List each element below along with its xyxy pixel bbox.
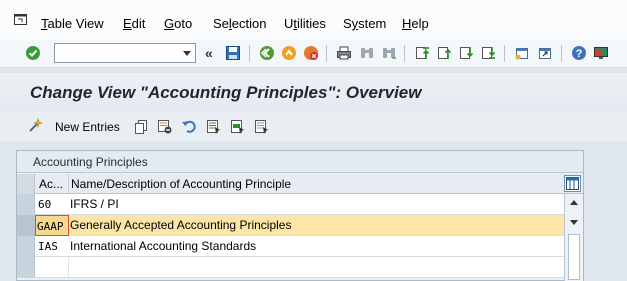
menu-help[interactable]: Help	[402, 16, 429, 31]
menu-edit[interactable]: Edit	[123, 16, 145, 31]
application-toolbar: New Entries	[0, 111, 627, 141]
table-row-empty[interactable]	[17, 257, 564, 278]
cell-code[interactable]: IAS	[36, 236, 69, 257]
svg-text:?: ?	[576, 48, 583, 60]
row-selector[interactable]	[17, 236, 35, 257]
menu-selection[interactable]: Selection	[213, 16, 267, 31]
row-selector[interactable]	[17, 215, 35, 236]
collapse-chevrons-icon[interactable]: «	[205, 45, 213, 61]
undo-change-icon[interactable]	[180, 118, 196, 134]
menu-bar: Table View Edit Goto Selection Utilities…	[0, 0, 627, 40]
select-block-icon[interactable]	[229, 118, 245, 134]
select-all-icon[interactable]	[205, 118, 221, 134]
select-all-rows-button[interactable]	[17, 174, 35, 194]
table-caption-text: Accounting Principles	[33, 155, 148, 169]
command-field[interactable]	[54, 43, 196, 63]
menu-system[interactable]: System	[343, 16, 386, 31]
find-next-icon[interactable]	[380, 44, 398, 62]
find-icon[interactable]	[358, 44, 376, 62]
cell-code[interactable]: GAAP	[35, 215, 69, 236]
back-icon[interactable]	[258, 44, 276, 62]
cell-code[interactable]: 60	[36, 194, 69, 215]
create-session-icon[interactable]	[513, 44, 531, 62]
toolbar-separator	[404, 45, 405, 62]
table-settings-button[interactable]	[564, 175, 581, 192]
previous-page-icon[interactable]	[435, 44, 453, 62]
row-selector[interactable]	[17, 257, 35, 278]
toolbar-separator	[504, 45, 505, 62]
toolbar-separator	[561, 45, 562, 62]
toolbar-separator	[249, 45, 250, 62]
new-entries-icon[interactable]	[27, 118, 45, 134]
customize-layout-icon[interactable]	[592, 44, 610, 62]
vertical-scrollbar[interactable]	[564, 194, 583, 281]
table-row[interactable]: 60 IFRS / PI	[17, 194, 564, 215]
next-page-icon[interactable]	[457, 44, 475, 62]
column-header-description[interactable]: Name/Description of Accounting Principle	[69, 174, 564, 194]
enter-check-icon[interactable]	[24, 44, 42, 62]
scroll-down-icon[interactable]	[570, 220, 578, 225]
table-row-selected[interactable]: GAAP Generally Accepted Accounting Princ…	[17, 215, 564, 236]
save-icon[interactable]	[224, 44, 242, 62]
title-bar: Change View "Accounting Principles": Ove…	[0, 73, 627, 111]
help-icon[interactable]: ?	[570, 44, 588, 62]
system-menu-icon[interactable]	[14, 14, 27, 25]
deselect-all-icon[interactable]	[253, 118, 269, 134]
copy-as-icon[interactable]	[133, 118, 149, 134]
accounting-principles-table: Accounting Principles Ac... Name/Descrip…	[16, 150, 584, 281]
menu-goto[interactable]: Goto	[164, 16, 192, 31]
shortcut-icon[interactable]	[536, 44, 554, 62]
chevron-down-icon[interactable]	[183, 51, 191, 56]
menu-table-view[interactable]: Table View	[41, 16, 104, 31]
toolbar-separator	[326, 45, 327, 62]
scrollbar-track[interactable]	[568, 234, 580, 280]
cancel-icon[interactable]	[302, 44, 320, 62]
table-caption: Accounting Principles	[17, 151, 583, 173]
cell-description[interactable]: International Accounting Standards	[69, 236, 564, 257]
first-page-icon[interactable]	[413, 44, 431, 62]
table-row[interactable]: IAS International Accounting Standards	[17, 236, 564, 257]
print-icon[interactable]	[335, 44, 353, 62]
cell-description[interactable]	[69, 257, 564, 278]
cell-description[interactable]: IFRS / PI	[69, 194, 564, 215]
cell-code[interactable]	[36, 257, 69, 278]
menu-utilities[interactable]: Utilities	[284, 16, 326, 31]
cell-description[interactable]: Generally Accepted Accounting Principles	[69, 215, 564, 236]
row-selector[interactable]	[17, 194, 35, 215]
table-settings-icon	[566, 177, 579, 190]
table-header-row: Ac... Name/Description of Accounting Pri…	[17, 174, 583, 194]
scroll-up-icon[interactable]	[570, 200, 578, 205]
column-header-code[interactable]: Ac...	[36, 174, 69, 194]
page-title: Change View "Accounting Principles": Ove…	[30, 83, 422, 102]
standard-toolbar: « ?	[0, 40, 627, 68]
new-entries-button[interactable]: New Entries	[55, 120, 120, 134]
delete-icon[interactable]	[156, 118, 172, 134]
last-page-icon[interactable]	[479, 44, 497, 62]
exit-icon[interactable]	[280, 44, 298, 62]
